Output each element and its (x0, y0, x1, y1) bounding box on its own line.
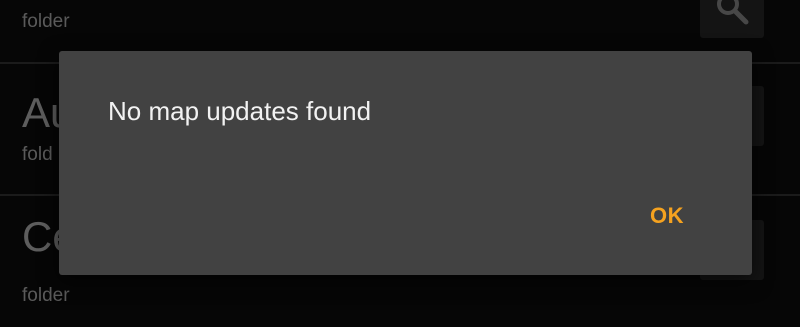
dialog-message: No map updates found (108, 96, 372, 126)
screen: folder Au fold Ce folder No map updates … (0, 0, 800, 327)
alert-dialog: No map updates found OK (59, 51, 752, 275)
ok-button[interactable]: OK (627, 194, 707, 238)
